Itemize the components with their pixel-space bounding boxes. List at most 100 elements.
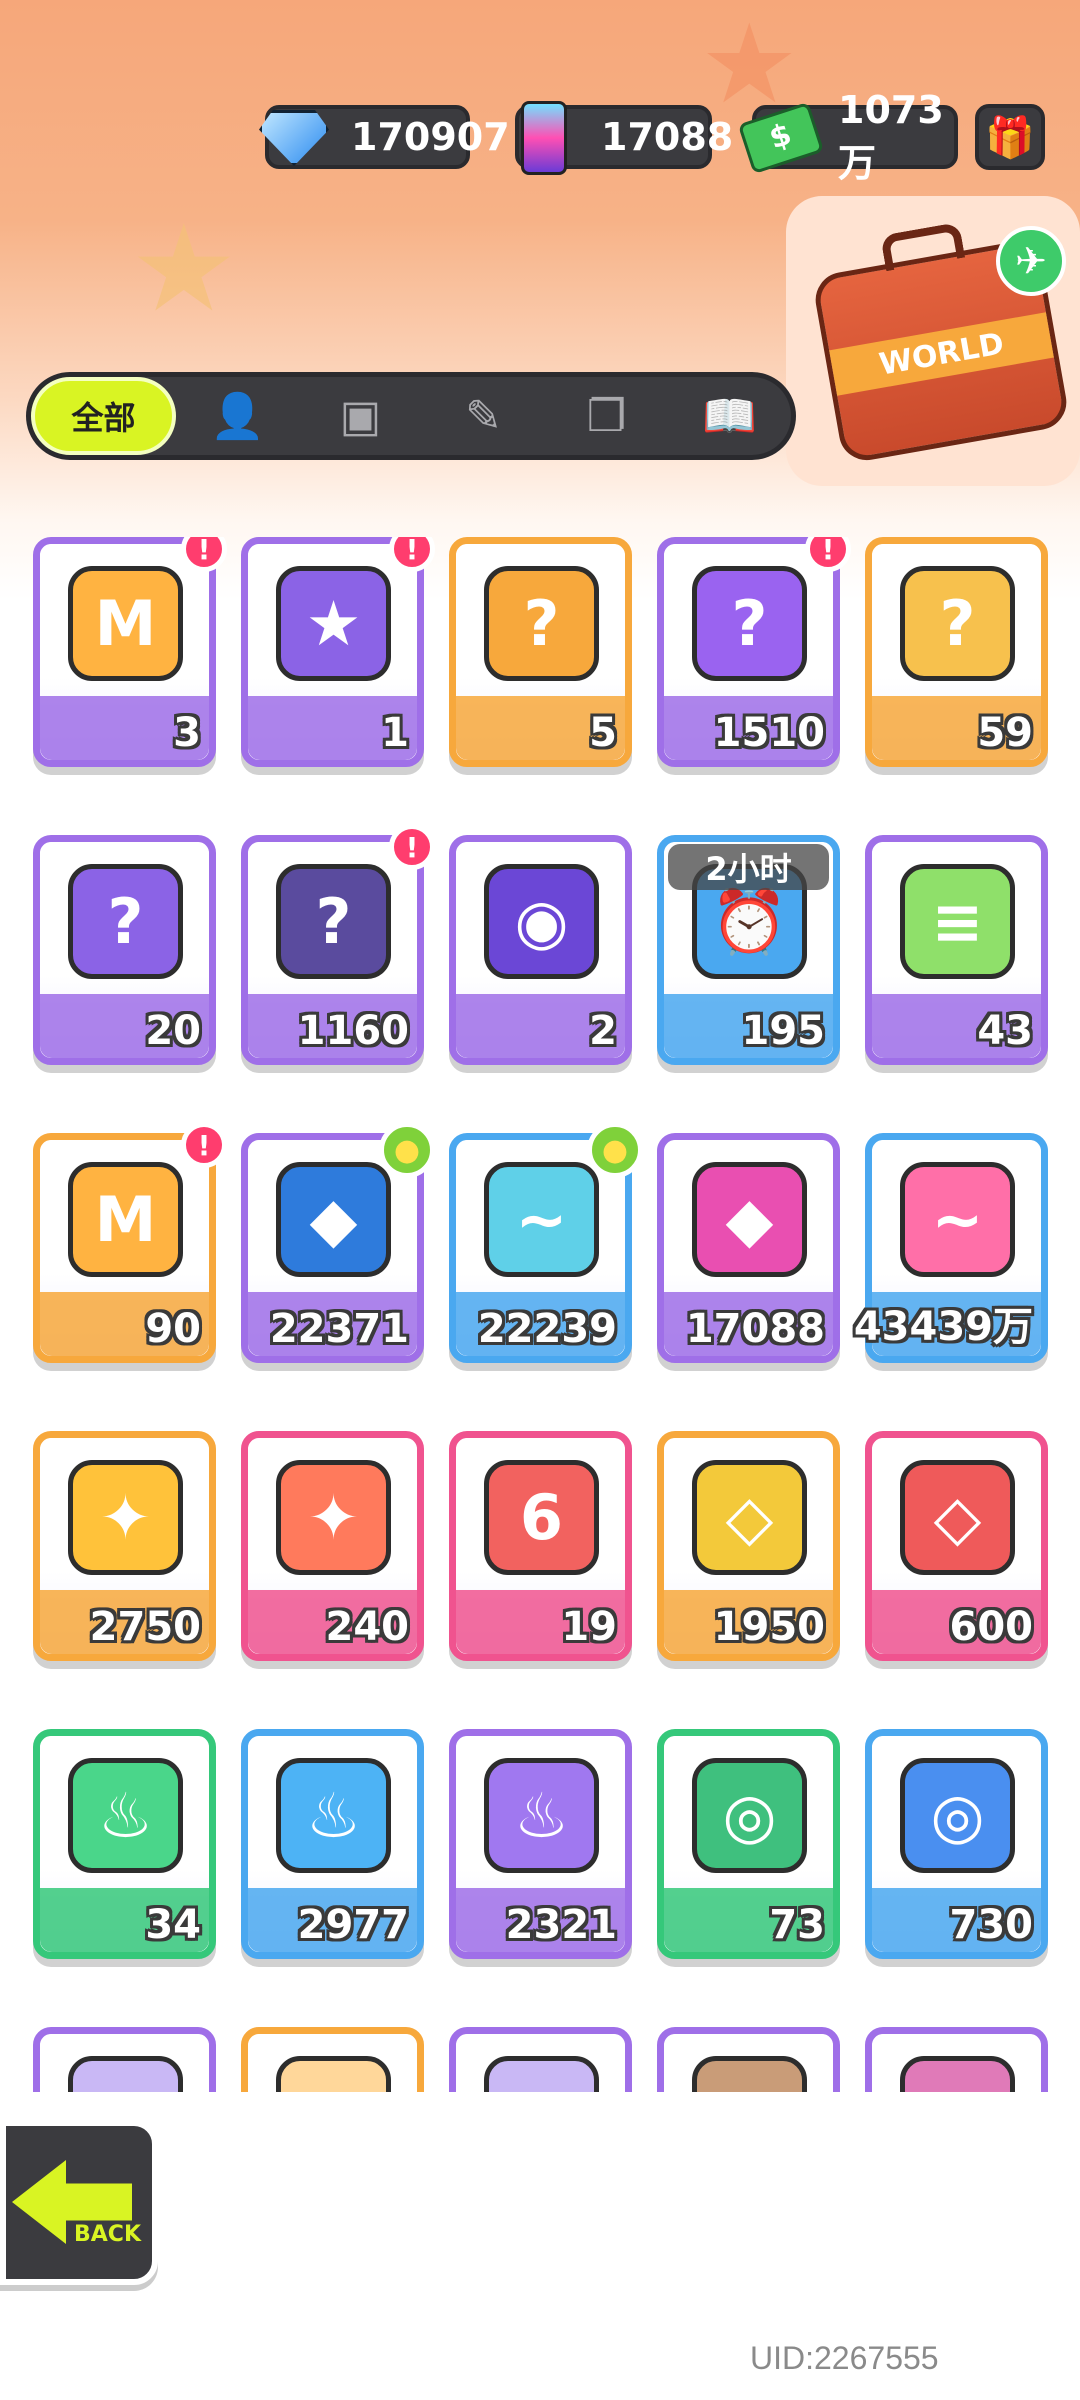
inventory-item-star-crystal-red[interactable]: ✦ 240 bbox=[241, 1431, 424, 1661]
spray-icon: ✎ bbox=[465, 390, 502, 442]
cash-icon: $ bbox=[737, 95, 825, 181]
paint-tube-rainbow-icon: ~ bbox=[484, 1162, 599, 1277]
cash-count: 1073万 bbox=[838, 87, 944, 185]
spray-count: 17088 bbox=[601, 115, 734, 159]
item-count: 43439万 bbox=[853, 1304, 1033, 1350]
partial-item-1-icon bbox=[68, 2056, 183, 2092]
airplane-icon: ✈ bbox=[996, 226, 1066, 296]
inventory-item-flame-purple[interactable]: ♨ 2321 bbox=[449, 1729, 632, 1959]
tab-all-label: 全部 bbox=[71, 399, 136, 437]
flame-purple-icon: ♨ bbox=[484, 1758, 599, 1873]
piranha-token-icon: ◉ bbox=[484, 864, 599, 979]
gift-shop-button[interactable]: 🎁 bbox=[975, 104, 1045, 170]
inventory-item-paint-tube-pink[interactable]: ~43439万 bbox=[854, 1133, 1048, 1363]
star-crystal-yellow-icon: ✦ bbox=[68, 1460, 183, 1575]
item-count: 59 bbox=[977, 710, 1033, 756]
inventory-item-deity-badge-purple[interactable]: ? 20 bbox=[33, 835, 216, 1065]
category-tabs: 全部 👤 ▣ ✎ ❐ 📖 bbox=[26, 372, 796, 460]
box-icon: ▣ bbox=[339, 390, 382, 442]
inventory-item-partial-item-1[interactable] bbox=[33, 2027, 216, 2092]
travel-suitcase-button[interactable]: WORLD ✈ bbox=[786, 196, 1080, 486]
gem-red-icon: ◇ bbox=[900, 1460, 1015, 1575]
item-count: 20 bbox=[145, 1008, 201, 1054]
inventory-item-partial-item-3[interactable] bbox=[449, 2027, 632, 2092]
inventory-item-film-roll-green[interactable]: ◎ 73 bbox=[657, 1729, 840, 1959]
gem-counter[interactable]: 170907 bbox=[259, 105, 510, 169]
inventory-item-star-crystal-yellow[interactable]: ✦ 2750 bbox=[33, 1431, 216, 1661]
inventory-item-partial-item-4[interactable] bbox=[657, 2027, 840, 2092]
partial-item-3-icon bbox=[484, 2056, 599, 2092]
item-count: 19 bbox=[561, 1604, 617, 1650]
cool-box-fish-icon: M bbox=[68, 1162, 183, 1277]
inventory-item-cool-box-fish[interactable]: M 90! bbox=[33, 1122, 227, 1363]
back-button[interactable]: BACK bbox=[0, 2120, 158, 2285]
inventory-item-spray-blue[interactable]: ◆ 22371 ● bbox=[241, 1122, 435, 1363]
user-id: UID:2267555 bbox=[750, 2340, 939, 2376]
inventory-item-spray-pink[interactable]: ◆ 17088 bbox=[657, 1133, 840, 1363]
chick-icon: ● bbox=[587, 1122, 643, 1178]
mystery-egg-purple-icon: ? bbox=[692, 566, 807, 681]
inventory-item-partial-item-2[interactable] bbox=[241, 2027, 424, 2092]
gift-icon: 🎁 bbox=[985, 114, 1035, 161]
item-count: 600 bbox=[949, 1604, 1034, 1650]
inventory-item-gem-yellow[interactable]: ◇ 1950 bbox=[657, 1431, 840, 1661]
inventory-item-cool-box-orange[interactable]: M 3! bbox=[33, 537, 227, 767]
item-count: 2977 bbox=[297, 1902, 409, 1948]
item-count: 1510 bbox=[713, 710, 825, 756]
gem-yellow-icon: ◇ bbox=[692, 1460, 807, 1575]
inventory-item-travel-card-dark[interactable]: ? 1160! bbox=[241, 824, 435, 1065]
inventory-item-mystery-egg-orange[interactable]: ? 5 bbox=[449, 537, 632, 767]
item-count: 73 bbox=[769, 1902, 825, 1948]
green-cup-icon: ≡ bbox=[900, 864, 1015, 979]
film-roll-green-icon: ◎ bbox=[692, 1758, 807, 1873]
dice-block-red-icon: 6 bbox=[484, 1460, 599, 1575]
tab-character[interactable]: 👤 bbox=[176, 377, 299, 455]
tab-books[interactable]: 📖 bbox=[668, 377, 791, 455]
inventory-item-flame-green[interactable]: ♨ 34 bbox=[33, 1729, 216, 1959]
tab-boxes[interactable]: ▣ bbox=[299, 377, 422, 455]
item-count: 5 bbox=[589, 710, 617, 756]
partial-item-2-icon bbox=[276, 2056, 391, 2092]
item-count: 195 bbox=[741, 1008, 826, 1054]
deity-badge-orange-icon: ? bbox=[900, 566, 1015, 681]
item-count: 34 bbox=[145, 1902, 201, 1948]
star-crystal-red-icon: ✦ bbox=[276, 1460, 391, 1575]
item-count: 43 bbox=[977, 1008, 1033, 1054]
flame-green-icon: ♨ bbox=[68, 1758, 183, 1873]
item-count: 22239 bbox=[477, 1306, 617, 1352]
gem-count: 170907 bbox=[351, 115, 510, 159]
inventory-item-paint-tube-rainbow[interactable]: ~22239 ● bbox=[449, 1122, 643, 1363]
inventory-item-travel-card-purple[interactable]: ★ 1! bbox=[241, 537, 435, 767]
inventory-item-green-cup[interactable]: ≡ 43 bbox=[865, 835, 1048, 1065]
item-count: 90 bbox=[145, 1306, 201, 1352]
item-count: 3 bbox=[173, 710, 201, 756]
inventory-item-gem-red[interactable]: ◇ 600 bbox=[865, 1431, 1048, 1661]
item-count: 2321 bbox=[505, 1902, 617, 1948]
inventory-item-flame-blue[interactable]: ♨ 2977 bbox=[241, 1729, 424, 1959]
alert-icon: ! bbox=[181, 1122, 227, 1168]
book-icon: 📖 bbox=[702, 391, 757, 442]
partial-item-5-icon bbox=[900, 2056, 1015, 2092]
inventory-item-deity-badge-orange[interactable]: ? 59 bbox=[865, 537, 1048, 767]
star-decoration-icon: ★ bbox=[130, 200, 238, 339]
spray-counter[interactable]: 17088 bbox=[515, 101, 733, 175]
film-roll-blue-icon: ◎ bbox=[900, 1758, 1015, 1873]
inventory-item-alarm-clock[interactable]: ⏰ 2小时 195 bbox=[657, 835, 840, 1065]
inventory-item-piranha-token[interactable]: ◉ 2 bbox=[449, 835, 632, 1065]
tab-cards[interactable]: ❐ bbox=[545, 377, 668, 455]
inventory-item-partial-item-5[interactable] bbox=[865, 2027, 1048, 2092]
item-count: 17088 bbox=[685, 1306, 825, 1352]
person-icon: 👤 bbox=[210, 391, 265, 442]
item-count: 1 bbox=[381, 710, 409, 756]
inventory-item-mystery-egg-purple[interactable]: ? 1510! bbox=[657, 537, 851, 767]
tab-sprays[interactable]: ✎ bbox=[422, 377, 545, 455]
tab-all[interactable]: 全部 bbox=[31, 377, 176, 455]
spray-blue-icon: ◆ bbox=[276, 1162, 391, 1277]
cash-counter[interactable]: $ 1073万 bbox=[737, 88, 958, 185]
inventory-item-film-roll-blue[interactable]: ◎ 730 bbox=[865, 1729, 1048, 1959]
travel-card-dark-icon: ? bbox=[276, 864, 391, 979]
flame-blue-icon: ♨ bbox=[276, 1758, 391, 1873]
inventory-item-dice-block-red[interactable]: 6 19 bbox=[449, 1431, 632, 1661]
item-count: 730 bbox=[949, 1902, 1034, 1948]
card-icon: ❐ bbox=[586, 390, 627, 442]
